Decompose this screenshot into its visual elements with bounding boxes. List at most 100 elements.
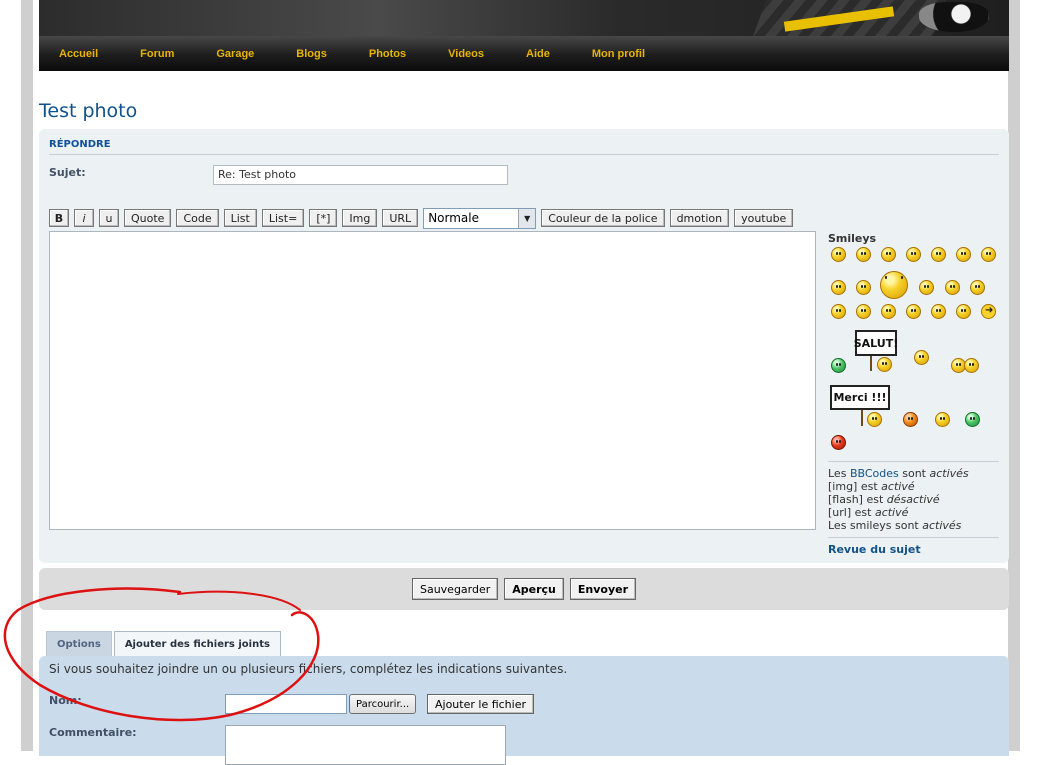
smiley-twisted-icon[interactable]: [831, 304, 846, 319]
quote-button[interactable]: Quote: [124, 209, 172, 227]
smiley-merci-face-icon[interactable]: [867, 412, 882, 427]
nav-item-photos[interactable]: Photos: [369, 48, 406, 60]
nav-item-mon-profil[interactable]: Mon profil: [592, 48, 645, 60]
page-right-border: [1008, 0, 1020, 751]
post-panel: RÉPONDRE Sujet: Re: Test photo B i u Quo…: [39, 129, 1009, 563]
img-status: activé: [881, 480, 915, 493]
nav-item-aide[interactable]: Aide: [526, 48, 550, 60]
review-divider: [828, 537, 999, 538]
bbcodes-prefix-text: Les: [828, 467, 850, 480]
ordered-list-button[interactable]: List=: [261, 209, 305, 227]
file-name-label: Nom:: [49, 694, 82, 707]
save-button[interactable]: Sauvegarder: [411, 578, 499, 600]
add-file-button[interactable]: Ajouter le fichier: [427, 694, 534, 714]
bbcodes-status: activés: [929, 467, 969, 480]
smiley-merci-sign-icon[interactable]: Merci !!!: [830, 385, 890, 410]
smiley-trophy-face-icon[interactable]: [964, 358, 979, 373]
smiley-green-grin-icon[interactable]: [831, 358, 846, 373]
smiley-wink-big-icon[interactable]: [880, 271, 908, 299]
smiley-exclaim-icon[interactable]: [906, 304, 921, 319]
smiley-hands-icon[interactable]: [914, 350, 929, 365]
smiley-salut-face-icon[interactable]: [877, 357, 892, 372]
page-left-border: [21, 0, 33, 751]
img-status-prefix: [img] est: [828, 480, 882, 493]
smiley-laugh-icon[interactable]: [831, 280, 846, 295]
message-textarea[interactable]: [49, 231, 816, 530]
bold-button[interactable]: B: [49, 209, 69, 227]
tab-options[interactable]: Options: [46, 631, 112, 657]
nav-item-blogs[interactable]: Blogs: [296, 48, 327, 60]
italic-button[interactable]: i: [74, 209, 94, 227]
smileys-status: activés: [922, 519, 962, 532]
smiley-idea-icon[interactable]: [956, 304, 971, 319]
attachments-panel: Si vous souhaitez joindre un ou plusieur…: [39, 656, 1009, 765]
smiley-confused-icon[interactable]: [956, 247, 971, 262]
smiley-green-laugh-icon[interactable]: [965, 412, 980, 427]
subject-label: Sujet:: [49, 166, 86, 179]
smileys-divider: [828, 461, 999, 462]
font-size-value: Normale: [428, 211, 479, 225]
page-title[interactable]: Test photo: [39, 100, 137, 122]
topic-review-link[interactable]: Revue du sujet: [828, 543, 921, 556]
smileys-status-prefix: Les smileys sont: [828, 519, 923, 532]
submit-panel: Sauvegarder Aperçu Envoyer: [39, 568, 1009, 610]
nav-item-accueil[interactable]: Accueil: [59, 48, 98, 60]
bbcodes-mid-text: sont: [898, 467, 930, 480]
attachments-intro-text: Si vous souhaitez joindre un ou plusieur…: [49, 662, 568, 676]
section-heading: RÉPONDRE: [49, 139, 999, 155]
smiley-cool-icon[interactable]: [981, 247, 996, 262]
smiley-surprised-icon[interactable]: [906, 247, 921, 262]
send-button[interactable]: Envoyer: [569, 578, 637, 600]
subject-input[interactable]: Re: Test photo: [213, 165, 508, 185]
smiley-happy-icon[interactable]: [935, 412, 950, 427]
nav-item-videos[interactable]: Videos: [448, 48, 484, 60]
post-tabs: Options Ajouter des fichiers joints: [46, 631, 283, 657]
comment-textarea[interactable]: [225, 725, 506, 765]
dmotion-button[interactable]: dmotion: [669, 209, 730, 227]
smiley-eek-icon[interactable]: [931, 247, 946, 262]
font-color-button[interactable]: Couleur de la police: [541, 209, 665, 227]
smiley-razz-icon[interactable]: [919, 280, 934, 295]
preview-button[interactable]: Aperçu: [504, 578, 564, 600]
header-banner: [39, 0, 1009, 36]
bbcode-toolbar: B i u Quote Code List List= [*] Img URL …: [49, 207, 798, 229]
flash-status-prefix: [flash] est: [828, 493, 887, 506]
smiley-red-angry-icon[interactable]: [831, 435, 846, 450]
url-status: activé: [874, 506, 909, 519]
smiley-salut-sign-icon[interactable]: SALUT!: [854, 330, 898, 356]
bbcodes-link[interactable]: BBCodes: [850, 467, 899, 480]
smiley-arrow-icon[interactable]: ➜: [981, 304, 996, 319]
list-button[interactable]: List: [223, 209, 257, 227]
nav-item-forum[interactable]: Forum: [140, 48, 174, 60]
browse-button[interactable]: Parcourir...: [349, 694, 417, 714]
list-item-button[interactable]: [*]: [309, 209, 338, 227]
arrow-glyph-icon: ➜: [985, 305, 994, 316]
smiley-shock-icon[interactable]: [856, 304, 871, 319]
smiley-mad-icon[interactable]: [856, 280, 871, 295]
smiley-grin-icon[interactable]: [831, 247, 846, 262]
chevron-down-icon[interactable]: ▼: [518, 208, 536, 228]
font-size-select[interactable]: Normale ▼: [423, 207, 537, 229]
banner-motorbike-image: [919, 2, 989, 32]
comment-label: Commentaire:: [49, 726, 137, 739]
code-button[interactable]: Code: [176, 209, 219, 227]
smiley-rolleyes-icon[interactable]: [945, 280, 960, 295]
youtube-button[interactable]: youtube: [734, 209, 794, 227]
nav-item-garage[interactable]: Garage: [216, 48, 254, 60]
smileys-title: Smileys: [828, 232, 877, 245]
url-button[interactable]: URL: [382, 209, 419, 227]
img-button[interactable]: Img: [342, 209, 378, 227]
smiley-wink-icon[interactable]: [881, 304, 896, 319]
underline-button[interactable]: u: [99, 209, 119, 227]
smiley-question-icon[interactable]: [931, 304, 946, 319]
flash-status: désactivé: [886, 493, 940, 506]
file-path-input[interactable]: [225, 694, 347, 714]
smiley-sad-icon[interactable]: [881, 247, 896, 262]
main-nav: Accueil Forum Garage Blogs Photos Videos…: [39, 36, 1009, 71]
bbcode-status-info: Les BBCodes sont activés [img] est activ…: [828, 467, 1008, 532]
smiley-evil-icon[interactable]: [970, 280, 985, 295]
smiley-smile-icon[interactable]: [856, 247, 871, 262]
smiley-orange-ball-icon[interactable]: [903, 412, 918, 427]
url-status-prefix: [url] est: [828, 506, 875, 519]
tab-attachments[interactable]: Ajouter des fichiers joints: [113, 631, 281, 657]
